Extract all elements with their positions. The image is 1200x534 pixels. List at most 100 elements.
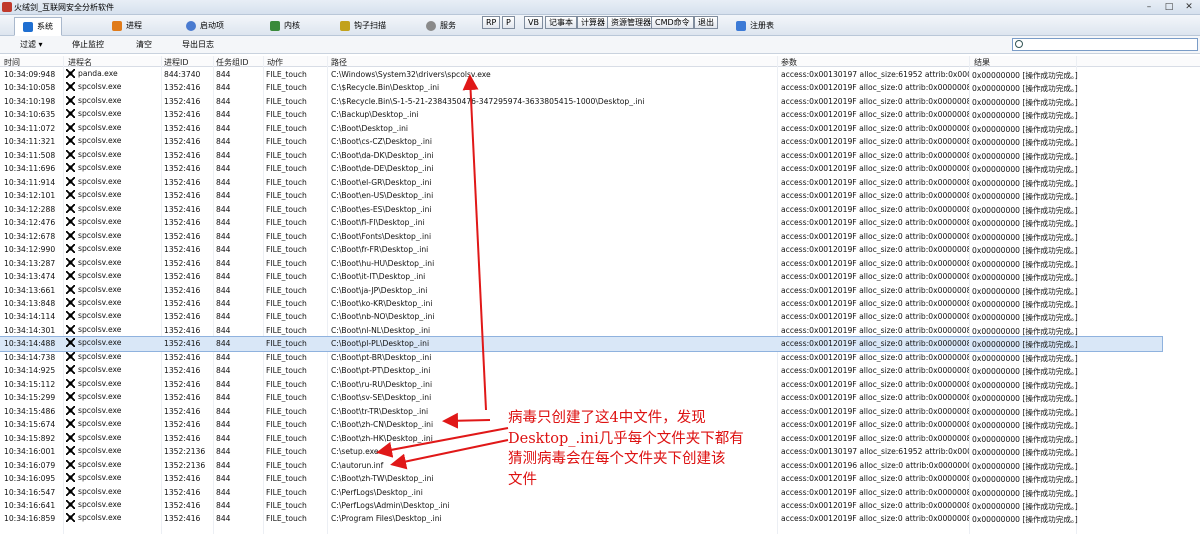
table-row[interactable]: 10:34:14:301 spcolsv.exe 1352:416 844 FILE_t… [0,324,1200,337]
cell-process: spcolsv.exe [66,271,162,281]
table-row[interactable]: 10:34:11:072 spcolsv.exe 1352:416 844 FILE_t… [0,122,1200,135]
column-header-param[interactable]: 参数 [781,57,797,68]
table-row[interactable]: 10:34:13:848 spcolsv.exe 1352:416 844 FILE_t… [0,297,1200,310]
table-row[interactable]: 10:34:14:925 spcolsv.exe 1352:416 844 FILE_t… [0,364,1200,377]
tab-hook-scan[interactable]: 钩子扫描 [332,17,394,34]
cell-path: C:\Windows\System32\drivers\spcolsv.exe [331,70,491,79]
column-header-process[interactable]: 进程名 [68,57,92,68]
tab-service[interactable]: 服务 [418,17,464,34]
p-button[interactable]: P [502,16,515,29]
cell-action: FILE_touch [266,460,307,470]
cell-action: FILE_touch [266,123,307,133]
table-row[interactable]: 10:34:16:641 spcolsv.exe 1352:416 844 FILE_t… [0,499,1200,512]
rp-button[interactable]: RP [482,16,501,29]
process-icon [66,190,75,200]
table-row[interactable]: 10:34:11:321 spcolsv.exe 1352:416 844 FILE_t… [0,135,1200,148]
tab-kernel[interactable]: 内核 [262,17,308,34]
cell-path: C:\Boot\fi-FI\Desktop_.ini [331,218,425,228]
process-icon [66,311,75,321]
process-name: spcolsv.exe [78,351,122,361]
cell-process: spcolsv.exe [66,405,162,415]
close-button[interactable]: ✕ [1182,1,1196,13]
table-row[interactable]: 10:34:13:474 spcolsv.exe 1352:416 844 FILE_t… [0,270,1200,283]
filter-dropdown[interactable]: 过滤 ▾ [20,39,43,50]
cell-time: 10:34:11:072 [4,123,56,133]
cell-action: FILE_touch [266,137,307,147]
table-row[interactable]: 10:34:09:948 panda.exe 844:3740 844 FILE_tou… [0,68,1200,81]
export-log-button[interactable]: 导出日志 [182,39,214,50]
cmd-button[interactable]: CMD命令 [651,16,694,29]
table-row[interactable]: 10:34:10:058 spcolsv.exe 1352:416 844 FILE_t… [0,81,1200,94]
cell-path: C:\Boot\nl-NL\Desktop_.ini [331,325,431,335]
table-row[interactable]: 10:34:14:488 spcolsv.exe 1352:416 844 FILE_t… [0,336,1163,352]
notepad-button[interactable]: 记事本 [545,16,577,29]
vb-button[interactable]: VB [524,16,543,29]
cell-result: 0x00000000 [操作成功完成。] [972,421,1078,431]
explorer-button[interactable]: 资源管理器 [607,16,655,29]
table-row[interactable]: 10:34:13:661 spcolsv.exe 1352:416 844 FILE_t… [0,284,1200,297]
table-row[interactable]: 10:34:14:114 spcolsv.exe 1352:416 844 FILE_t… [0,310,1200,323]
tab-process[interactable]: 进程 [104,17,150,34]
table-row[interactable]: 10:34:12:678 spcolsv.exe 1352:416 844 FILE_t… [0,230,1200,243]
tab-startup[interactable]: 启动项 [178,17,232,34]
table-row[interactable]: 10:34:11:914 spcolsv.exe 1352:416 844 FILE_t… [0,176,1200,189]
column-header-path[interactable]: 路径 [331,57,347,68]
calculator-button[interactable]: 计算器 [577,16,609,29]
column-header-action[interactable]: 动作 [267,57,283,68]
cell-process: spcolsv.exe [66,257,162,267]
cell-process: spcolsv.exe [66,244,162,254]
column-header-result[interactable]: 结果 [974,57,990,68]
process-name: spcolsv.exe [78,163,122,173]
cell-time: 10:34:13:848 [4,298,56,308]
minimize-button[interactable]: – [1142,1,1156,13]
table-row[interactable]: 10:34:15:299 spcolsv.exe 1352:416 844 FILE_t… [0,391,1200,404]
table-row[interactable]: 10:34:12:476 spcolsv.exe 1352:416 844 FILE_t… [0,216,1200,229]
cell-param: access:0x0012019F alloc_size:0 attrib:0x… [781,352,969,362]
column-header-pid[interactable]: 进程ID [164,57,189,68]
cell-action: FILE_touch [266,393,307,403]
process-icon [66,257,75,267]
table-row[interactable]: 10:34:10:198 spcolsv.exe 1352:416 844 FILE_t… [0,95,1200,108]
process-name: spcolsv.exe [78,392,122,402]
column-header-time[interactable]: 时间 [4,57,20,68]
table-row[interactable]: 10:34:14:738 spcolsv.exe 1352:416 844 FILE_t… [0,351,1200,364]
cell-process: spcolsv.exe [66,419,162,429]
main-tab-bar: 系统 进程 启动项 内核 钩子扫描 服务 RP P VB 记事本 计算器 资源管… [0,15,1200,36]
process-name: spcolsv.exe [78,230,122,240]
cell-result: 0x00000000 [操作成功完成。] [972,299,1078,309]
cell-action: FILE_touch [266,285,307,295]
cell-process: spcolsv.exe [66,297,162,307]
table-row[interactable]: 10:34:12:101 spcolsv.exe 1352:416 844 FILE_t… [0,189,1200,202]
table-row[interactable]: 10:34:15:112 spcolsv.exe 1352:416 844 FILE_t… [0,378,1200,391]
cell-process: spcolsv.exe [66,338,162,348]
cell-result: 0x00000000 [操作成功完成。] [972,151,1078,161]
table-row[interactable]: 10:34:12:990 spcolsv.exe 1352:416 844 FILE_t… [0,243,1200,256]
search-input[interactable] [1012,38,1198,51]
cell-action: FILE_touch [266,245,307,255]
cell-path: C:\Boot\el-GR\Desktop_.ini [331,177,432,187]
cell-pid: 1352:416 [164,406,201,416]
cell-param: access:0x0012019F alloc_size:0 attrib:0x… [781,258,969,268]
tab-system[interactable]: 系统 [14,17,62,36]
stop-monitor-button[interactable]: 停止监控 [72,39,104,50]
window-controls: – □ ✕ [1142,1,1196,13]
maximize-button[interactable]: □ [1162,1,1176,13]
table-row[interactable]: 10:34:12:288 spcolsv.exe 1352:416 844 FILE_t… [0,203,1200,216]
table-row[interactable]: 10:34:10:635 spcolsv.exe 1352:416 844 FILE_t… [0,108,1200,121]
cell-param: access:0x0012019F alloc_size:0 attrib:0x… [781,325,969,335]
cell-result: 0x00000000 [操作成功完成。] [972,394,1078,404]
cell-task-group: 844 [216,325,231,335]
cell-action: FILE_touch [266,70,307,79]
table-row[interactable]: 10:34:16:859 spcolsv.exe 1352:416 844 FILE_t… [0,512,1200,525]
table-row[interactable]: 10:34:13:287 spcolsv.exe 1352:416 844 FILE_t… [0,257,1200,270]
cell-action: FILE_touch [266,339,307,349]
table-row[interactable]: 10:34:11:696 spcolsv.exe 1352:416 844 FILE_t… [0,162,1200,175]
column-header-task-group[interactable]: 任务组ID [216,57,249,68]
clear-button[interactable]: 清空 [136,39,152,50]
cell-action: FILE_touch [266,474,307,484]
table-row[interactable]: 10:34:11:508 spcolsv.exe 1352:416 844 FILE_t… [0,149,1200,162]
exit-button[interactable]: 退出 [694,16,718,29]
registry-button[interactable]: 注册表 [728,17,782,34]
cell-result: 0x00000000 [操作成功完成。] [972,448,1078,458]
cell-pid: 1352:416 [164,110,201,120]
